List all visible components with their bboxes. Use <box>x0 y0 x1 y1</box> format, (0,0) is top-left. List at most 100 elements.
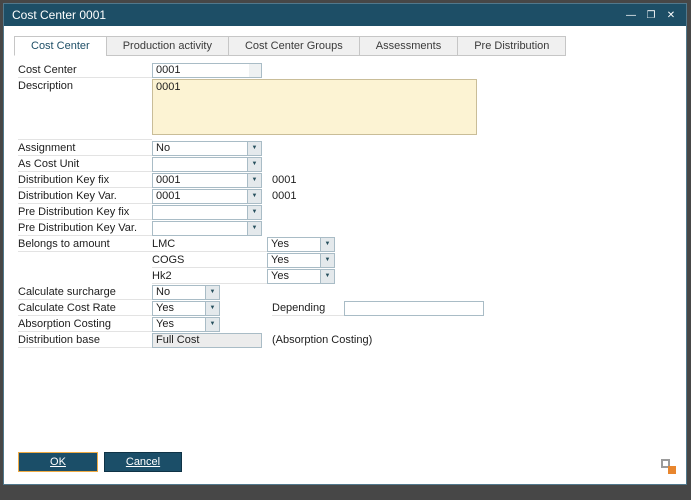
chevron-down-icon: ▼ <box>247 158 261 171</box>
row-distribution-base: Distribution base Full Cost (Absorption … <box>18 332 672 348</box>
row-distribution-key-var: Distribution Key Var. 0001 ▼ 0001 <box>18 188 672 204</box>
distribution-key-fix-dropdown[interactable]: 0001 ▼ <box>152 173 262 188</box>
belongs-hk2-label: Hk2 <box>152 268 267 284</box>
absorption-costing-dropdown[interactable]: Yes ▼ <box>152 317 220 332</box>
belongs-lmc-value: Yes <box>268 238 320 251</box>
chevron-down-icon: ▼ <box>247 206 261 219</box>
belongs-spacer <box>18 252 152 268</box>
row-cost-center: Cost Center 0001 <box>18 62 672 78</box>
cost-center-input-tail <box>249 64 261 77</box>
belongs-spacer <box>18 268 152 284</box>
pre-distribution-key-fix-dropdown[interactable]: ▼ <box>152 205 262 220</box>
belongs-cogs-label: COGS <box>152 252 267 268</box>
row-belongs-to-amount-lmc: Belongs to amount LMC Yes ▼ <box>18 236 672 252</box>
minimize-icon[interactable]: — <box>622 6 640 24</box>
ok-button[interactable]: OK <box>18 452 98 472</box>
chevron-down-icon: ▼ <box>320 254 334 267</box>
title-bar[interactable]: Cost Center 0001 — ❐ ✕ <box>4 4 686 26</box>
dialog-window: Cost Center 0001 — ❐ ✕ Cost Center Produ… <box>3 3 687 485</box>
row-description: Description 0001 <box>18 78 672 140</box>
depending-label: Depending <box>272 300 344 316</box>
assignment-value: No <box>153 142 247 155</box>
resize-grip-icon[interactable] <box>661 459 676 474</box>
row-distribution-key-fix: Distribution Key fix 0001 ▼ 0001 <box>18 172 672 188</box>
cost-center-input[interactable]: 0001 <box>152 63 262 78</box>
distribution-base-value: Full Cost <box>153 334 261 346</box>
chevron-down-icon: ▼ <box>205 286 219 299</box>
belongs-lmc-label: LMC <box>152 236 267 252</box>
belongs-hk2-dropdown[interactable]: Yes ▼ <box>267 269 335 284</box>
distribution-key-fix-value: 0001 <box>153 174 247 187</box>
chevron-down-icon: ▼ <box>247 142 261 155</box>
assignment-label: Assignment <box>18 140 152 156</box>
pre-distribution-key-fix-value <box>153 206 247 219</box>
chevron-down-icon: ▼ <box>320 238 334 251</box>
chevron-down-icon: ▼ <box>205 318 219 331</box>
absorption-costing-label: Absorption Costing <box>18 316 152 332</box>
tab-production-activity[interactable]: Production activity <box>106 36 229 56</box>
cost-center-form: Cost Center 0001 Description 0001 Assign… <box>18 62 672 348</box>
row-pre-distribution-key-var: Pre Distribution Key Var. ▼ <box>18 220 672 236</box>
row-belongs-to-amount-cogs: COGS Yes ▼ <box>18 252 672 268</box>
row-calculate-surcharge: Calculate surcharge No ▼ <box>18 284 672 300</box>
as-cost-unit-dropdown[interactable]: ▼ <box>152 157 262 172</box>
tab-pre-distribution[interactable]: Pre Distribution <box>457 36 566 56</box>
pre-distribution-key-fix-label: Pre Distribution Key fix <box>18 204 152 220</box>
desktop-background: Cost Center 0001 — ❐ ✕ Cost Center Produ… <box>0 0 691 500</box>
distribution-key-fix-label: Distribution Key fix <box>18 172 152 188</box>
tab-assessments[interactable]: Assessments <box>359 36 458 56</box>
distribution-key-var-label: Distribution Key Var. <box>18 188 152 204</box>
tab-cost-center[interactable]: Cost Center <box>14 36 107 56</box>
calculate-surcharge-label: Calculate surcharge <box>18 284 152 300</box>
as-cost-unit-label: As Cost Unit <box>18 156 152 172</box>
distribution-key-fix-description: 0001 <box>272 174 296 186</box>
calculate-surcharge-value: No <box>153 286 205 299</box>
row-as-cost-unit: As Cost Unit ▼ <box>18 156 672 172</box>
description-textarea[interactable]: 0001 <box>152 79 477 135</box>
chevron-down-icon: ▼ <box>205 302 219 315</box>
belongs-lmc-dropdown[interactable]: Yes ▼ <box>267 237 335 252</box>
distribution-key-var-value: 0001 <box>153 190 247 203</box>
calculate-cost-rate-dropdown[interactable]: Yes ▼ <box>152 301 220 316</box>
chevron-down-icon: ▼ <box>247 174 261 187</box>
chevron-down-icon: ▼ <box>247 190 261 203</box>
pre-distribution-key-var-value <box>153 222 247 235</box>
distribution-base-note: (Absorption Costing) <box>272 334 372 346</box>
belongs-to-amount-label: Belongs to amount <box>18 236 152 252</box>
tab-strip: Cost Center Production activity Cost Cen… <box>14 36 686 56</box>
assignment-dropdown[interactable]: No ▼ <box>152 141 262 156</box>
belongs-cogs-dropdown[interactable]: Yes ▼ <box>267 253 335 268</box>
cost-center-label: Cost Center <box>18 62 152 78</box>
pre-distribution-key-var-dropdown[interactable]: ▼ <box>152 221 262 236</box>
belongs-hk2-value: Yes <box>268 270 320 283</box>
chevron-down-icon: ▼ <box>247 222 261 235</box>
as-cost-unit-value <box>153 158 247 171</box>
calculate-cost-rate-value: Yes <box>153 302 205 315</box>
calculate-surcharge-dropdown[interactable]: No ▼ <box>152 285 220 300</box>
row-assignment: Assignment No ▼ <box>18 140 672 156</box>
distribution-base-input[interactable]: Full Cost <box>152 333 262 348</box>
window-controls: — ❐ ✕ <box>622 6 680 24</box>
distribution-key-var-description: 0001 <box>272 190 296 202</box>
close-icon[interactable]: ✕ <box>662 6 680 24</box>
row-calculate-cost-rate: Calculate Cost Rate Yes ▼ Depending <box>18 300 672 316</box>
tab-cost-center-groups[interactable]: Cost Center Groups <box>228 36 360 56</box>
belongs-cogs-value: Yes <box>268 254 320 267</box>
row-absorption-costing: Absorption Costing Yes ▼ <box>18 316 672 332</box>
distribution-base-label: Distribution base <box>18 332 152 348</box>
absorption-costing-value: Yes <box>153 318 205 331</box>
row-pre-distribution-key-fix: Pre Distribution Key fix ▼ <box>18 204 672 220</box>
grip-orange-square <box>668 466 676 474</box>
maximize-icon[interactable]: ❐ <box>642 6 660 24</box>
description-label: Description <box>18 78 152 140</box>
distribution-key-var-dropdown[interactable]: 0001 ▼ <box>152 189 262 204</box>
cancel-button[interactable]: Cancel <box>104 452 182 472</box>
footer-buttons: OK Cancel <box>18 452 182 472</box>
chevron-down-icon: ▼ <box>320 270 334 283</box>
calculate-cost-rate-label: Calculate Cost Rate <box>18 300 152 316</box>
cost-center-value: 0001 <box>153 64 249 76</box>
window-title: Cost Center 0001 <box>12 8 622 22</box>
row-belongs-to-amount-hk2: Hk2 Yes ▼ <box>18 268 672 284</box>
depending-input[interactable] <box>344 301 484 316</box>
pre-distribution-key-var-label: Pre Distribution Key Var. <box>18 220 152 236</box>
